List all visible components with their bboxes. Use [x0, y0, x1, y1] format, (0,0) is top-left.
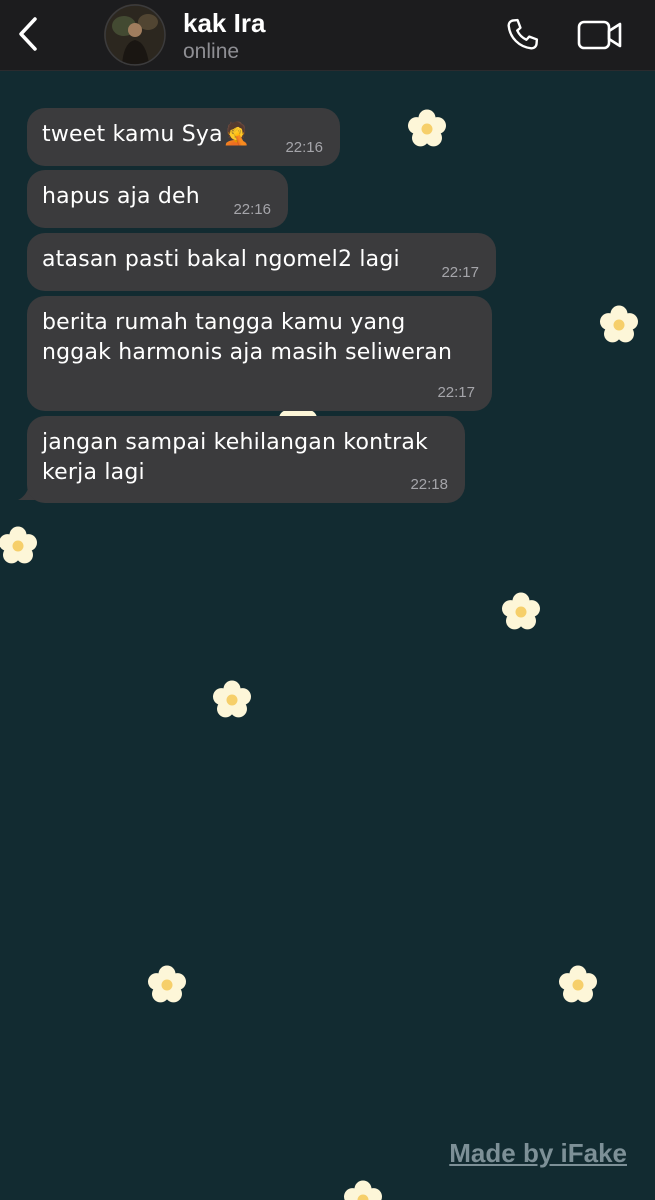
watermark: Made by iFake [449, 1138, 627, 1168]
video-camera-icon [577, 20, 622, 50]
message-text: jangan sampai kehilangan kontrak [42, 430, 428, 455]
message-text: nggak harmonis aja masih seliweran [42, 340, 453, 365]
flower-icon [213, 680, 251, 718]
flower-icon [344, 1180, 382, 1200]
flower-icon [0, 526, 37, 564]
voice-call-button[interactable] [500, 14, 544, 56]
message-bubble[interactable]: atasan pasti bakal ngomel2 lagi 22:17 [27, 233, 496, 291]
message-text: berita rumah tangga kamu yang [42, 310, 406, 335]
video-call-button[interactable] [575, 14, 625, 56]
message-time: 22:16 [233, 201, 271, 218]
flower-icon [502, 592, 540, 630]
flower-icon [600, 305, 638, 343]
message-time: 22:17 [437, 384, 475, 401]
message-bubble[interactable]: berita rumah tangga kamu yang nggak harm… [27, 296, 492, 411]
flower-icon [148, 965, 186, 1003]
contact-name[interactable]: kak Ira [183, 8, 265, 39]
message-bubble[interactable]: hapus aja deh 22:16 [27, 170, 288, 228]
message-bubble[interactable]: jangan sampai kehilangan kontrak kerja l… [27, 416, 465, 503]
avatar-image [104, 4, 166, 66]
message-bubble[interactable]: tweet kamu Sya🤦 22:16 [27, 108, 340, 166]
flower-icon [559, 965, 597, 1003]
avatar[interactable] [104, 4, 166, 66]
message-text: tweet kamu Sya🤦 [42, 122, 251, 147]
back-button[interactable] [12, 14, 44, 54]
flower-icon [408, 109, 446, 147]
message-text: kerja lagi [42, 460, 145, 485]
message-time: 22:16 [285, 139, 323, 156]
message-text: atasan pasti bakal ngomel2 lagi [42, 247, 400, 272]
contact-status: online [183, 40, 240, 63]
chevron-left-icon [19, 17, 37, 51]
message-time: 22:18 [410, 476, 448, 493]
message-time: 22:17 [441, 264, 479, 281]
chat-header: kak Ira online [0, 0, 655, 71]
phone-icon [507, 18, 539, 50]
